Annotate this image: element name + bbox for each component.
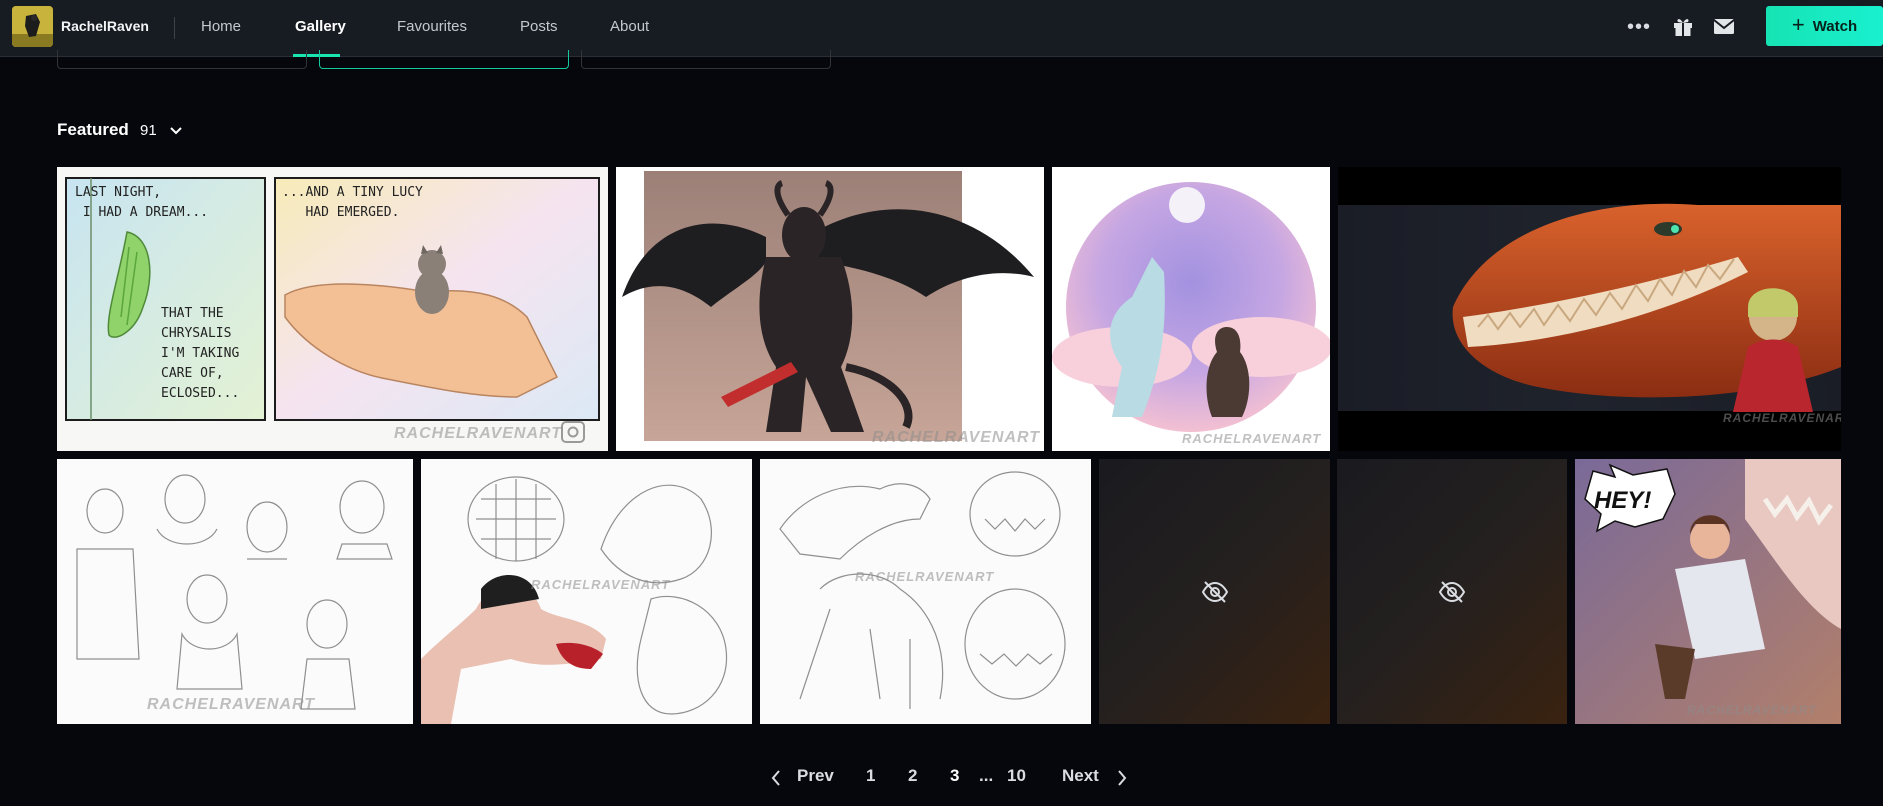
pagination-prev[interactable]: Prev [797, 766, 834, 786]
gallery-thumb-dragon-and-girl[interactable]: RACHELRAVENART [1338, 167, 1841, 451]
pagination-page-1[interactable]: 1 [866, 766, 875, 786]
gallery-thumb-hidden[interactable] [1337, 459, 1567, 724]
pagination-next[interactable]: Next [1062, 766, 1099, 786]
more-horizontal-icon[interactable]: ••• [1624, 14, 1654, 40]
watermark: RACHELRAVENART [531, 577, 671, 592]
gallery-thumb-winged-demon[interactable]: RACHELRAVENART [616, 167, 1044, 451]
watermark: RACHELRAVENART [1723, 411, 1841, 425]
comic-caption-2: THAT THE CHRYSALIS I'M TAKING CARE OF, E… [161, 306, 240, 401]
comic-caption-1: LAST NIGHT, I HAD A DREAM... [75, 185, 209, 220]
plus-icon: + [1791, 12, 1805, 37]
pagination-page-3-current[interactable]: 3 [950, 766, 959, 786]
gallery-thumb-chrysalis-comic[interactable]: LAST NIGHT, I HAD A DREAM... THAT THE CH… [57, 167, 608, 451]
user-avatar[interactable] [12, 6, 53, 47]
gallery-thumb-face-sketches[interactable]: RACHELRAVENART [57, 459, 413, 724]
comic-caption-3: ...AND A TINY LUCY HAD EMERGED. [282, 185, 423, 220]
nav-home[interactable]: Home [201, 18, 241, 35]
gallery-thumb-hidden[interactable] [1099, 459, 1330, 724]
chevron-down-icon[interactable] [168, 122, 184, 138]
gallery-thumb-howling-wolves[interactable]: RACHELRAVENART [1052, 167, 1330, 451]
gallery-count: 91 [140, 122, 157, 139]
watermark: RACHELRAVENART [872, 429, 1041, 446]
chevron-left-icon[interactable] [770, 769, 782, 787]
filter-pill-active[interactable] [319, 50, 569, 69]
watermark: RACHELRAVENART [855, 569, 995, 584]
nav-posts[interactable]: Posts [520, 18, 558, 35]
chevron-right-icon[interactable] [1116, 769, 1128, 787]
pagination-ellipsis: ... [979, 766, 994, 785]
speech-bubble-text: HEY! [1594, 487, 1652, 514]
gallery-thumb-creature-sketches[interactable]: RACHELRAVENART [760, 459, 1091, 724]
pagination-page-2[interactable]: 2 [908, 766, 917, 786]
nav-divider [174, 17, 175, 39]
watermark: RACHELRAVENART [1687, 703, 1817, 717]
nav-about[interactable]: About [610, 18, 649, 35]
watermark: RACHELRAVENART [394, 425, 563, 442]
filter-pill[interactable] [581, 50, 831, 69]
mail-icon[interactable] [1712, 15, 1736, 37]
eye-off-icon [1201, 580, 1228, 603]
gallery-folder-title[interactable]: Featured [57, 120, 129, 140]
top-bar: RachelRaven Home Gallery Favourites Post… [0, 0, 1883, 57]
watermark: RACHELRAVENART [147, 696, 316, 713]
watermark: RACHELRAVENART [1182, 431, 1322, 446]
watch-button[interactable]: + Watch [1766, 6, 1883, 46]
gallery-thumb-hey-comic[interactable]: HEY! RACHELRAVENART [1575, 459, 1841, 724]
filter-pill[interactable] [57, 50, 307, 69]
gallery-thumb-muzzled-beast[interactable]: RACHELRAVENART [421, 459, 752, 724]
nav-favourites[interactable]: Favourites [397, 18, 467, 35]
eye-off-icon [1438, 580, 1466, 603]
pagination-page-10[interactable]: 10 [1007, 766, 1026, 786]
nav-gallery[interactable]: Gallery [295, 18, 346, 35]
username[interactable]: RachelRaven [61, 18, 149, 34]
gift-icon[interactable] [1671, 14, 1695, 38]
watch-label: Watch [1812, 17, 1858, 35]
